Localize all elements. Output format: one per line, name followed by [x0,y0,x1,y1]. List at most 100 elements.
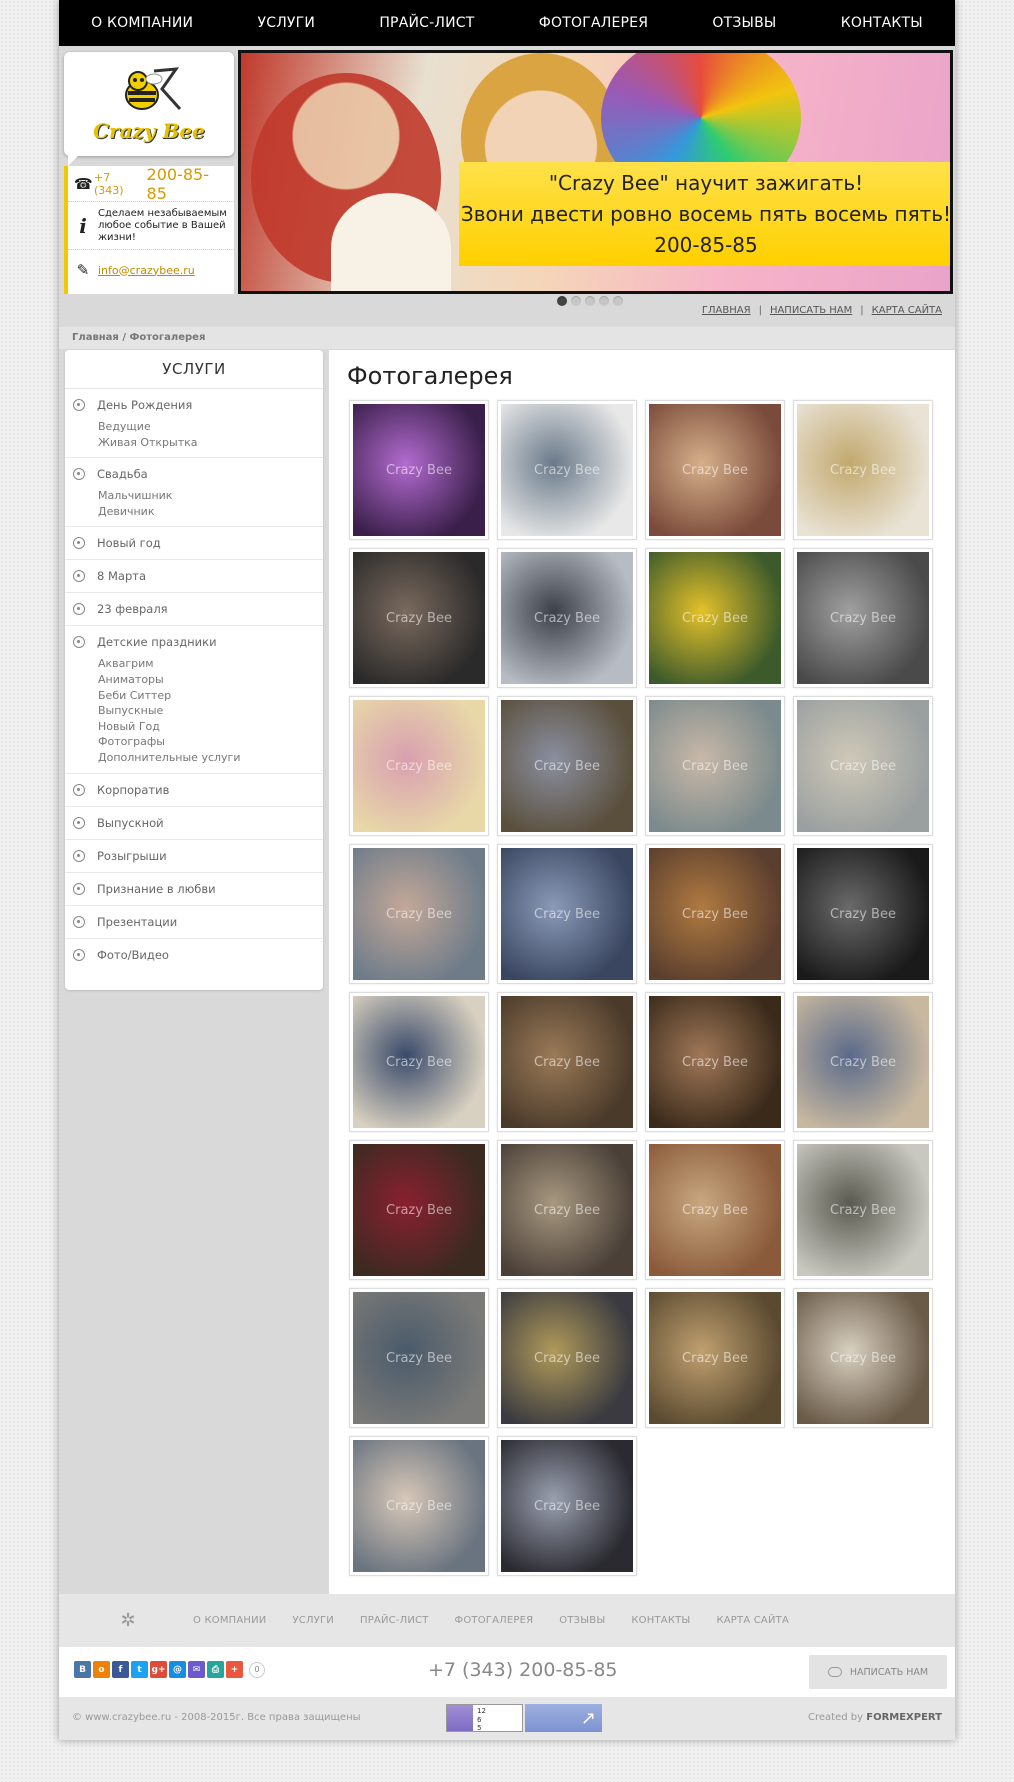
gallery-photo[interactable]: Crazy Bee [349,548,489,688]
gallery-photo[interactable]: Crazy Bee [349,1436,489,1576]
share-button-icon[interactable]: ✉ [188,1661,205,1678]
slider-dot[interactable] [585,296,595,306]
gallery-photo[interactable]: Crazy Bee [497,1140,637,1280]
circle-bullet-icon [73,849,85,862]
footer-nav-services[interactable]: УСЛУГИ [293,1615,334,1626]
footer-nav-reviews[interactable]: ОТЗЫВЫ [559,1615,605,1626]
gallery-photo[interactable]: Crazy Bee [349,844,489,984]
circle-bullet-icon [73,537,85,550]
metrika-counter-arrow-icon[interactable]: ↗ [525,1704,602,1732]
link-write-us[interactable]: НАПИСАТЬ НАМ [770,305,852,316]
service-item[interactable]: 8 Марта [65,567,323,585]
gallery-photo[interactable]: Crazy Bee [645,844,785,984]
banner-slider[interactable]: "Crazy Bee" научит зажигать! Звони двест… [238,50,953,294]
share-button-icon[interactable]: @ [169,1661,186,1678]
logo[interactable]: Crazy Bee [64,52,234,166]
nav-pricelist[interactable]: ПРАЙС-ЛИСТ [379,15,474,31]
nav-gallery[interactable]: ФОТОГАЛЕРЕЯ [539,15,648,31]
subservice-link[interactable]: Ведущие [98,419,323,435]
service-item[interactable]: Фото/Видео [65,946,323,964]
gallery-photo[interactable]: Crazy Bee [349,400,489,540]
gallery-photo[interactable]: Crazy Bee [349,1288,489,1428]
gallery-photo[interactable]: Crazy Bee [793,1140,933,1280]
subservice-link[interactable]: Аквагрим [98,656,323,672]
gallery-photo[interactable]: Crazy Bee [793,844,933,984]
gallery-photo[interactable]: Crazy Bee [497,548,637,688]
footer-middle: Во f t g+ @ ✉ ⎙ +0 +7 (343) 200-85-85 НАПИСАТЬ … [59,1647,955,1697]
subservice-link[interactable]: Новый Год [98,719,323,735]
liveinternet-counter[interactable]: 12 6 5 [446,1704,523,1732]
gallery-photo[interactable]: Crazy Bee [645,696,785,836]
share-button-icon[interactable]: f [112,1661,129,1678]
gallery-photo[interactable]: Crazy Bee [793,1288,933,1428]
slider-dot[interactable] [599,296,609,306]
subservice-link[interactable]: Фотографы [98,734,323,750]
footer-nav-sitemap[interactable]: КАРТА САЙТА [716,1615,789,1626]
gallery-photo[interactable]: Crazy Bee [793,992,933,1132]
gallery-photo[interactable]: Crazy Bee [497,1288,637,1428]
share-button-icon[interactable]: t [131,1661,148,1678]
email-link[interactable]: info@crazybee.ru [92,264,195,277]
service-label: Новый год [97,536,161,551]
footer-nav-pricelist[interactable]: ПРАЙС-ЛИСТ [360,1615,429,1626]
gallery-photo[interactable]: Crazy Bee [349,992,489,1132]
gallery-photo[interactable]: Crazy Bee [497,992,637,1132]
subservice-link[interactable]: Аниматоры [98,672,323,688]
watermark: Crazy Bee [534,758,600,774]
gallery-photo[interactable]: Crazy Bee [793,696,933,836]
service-item[interactable]: День Рождения [65,396,323,414]
link-sitemap[interactable]: КАРТА САЙТА [872,305,942,316]
subservice-link[interactable]: Живая Открытка [98,435,323,451]
footer-nav-about[interactable]: О КОМПАНИИ [193,1615,267,1626]
share-button-icon[interactable]: + [226,1661,243,1678]
service-item[interactable]: Корпоратив [65,781,323,799]
service-item[interactable]: Детские праздники [65,633,323,651]
slider-dot[interactable] [557,296,567,306]
gallery-photo[interactable]: Crazy Bee [349,696,489,836]
service-item[interactable]: Новый год [65,534,323,552]
service-item[interactable]: Выпускной [65,814,323,832]
footer-nav-contacts[interactable]: КОНТАКТЫ [631,1615,690,1626]
slider-dot[interactable] [613,296,623,306]
sidebar-title: УСЛУГИ [65,350,323,389]
gallery-photo[interactable]: Crazy Bee [793,400,933,540]
service-item[interactable]: Розыгрыши [65,847,323,865]
subservice-link[interactable]: Девичник [98,504,323,520]
photo-image: Crazy Bee [797,848,929,980]
gallery-photo[interactable]: Crazy Bee [645,1288,785,1428]
nav-about[interactable]: О КОМПАНИИ [91,15,193,31]
gallery-photo[interactable]: Crazy Bee [497,400,637,540]
gallery-photo[interactable]: Crazy Bee [497,1436,637,1576]
gallery-photo[interactable]: Crazy Bee [645,992,785,1132]
gallery-photo[interactable]: Crazy Bee [645,548,785,688]
nav-contacts[interactable]: КОНТАКТЫ [841,15,923,31]
nav-reviews[interactable]: ОТЗЫВЫ [712,15,776,31]
service-item[interactable]: 23 февраля [65,600,323,618]
gallery-photo[interactable]: Crazy Bee [645,400,785,540]
gallery-photo[interactable]: Crazy Bee [497,696,637,836]
developer-credit[interactable]: Created by FORMEXPERT [808,1712,942,1723]
footer-nav-gallery[interactable]: ФОТОГАЛЕРЕЯ [455,1615,534,1626]
share-button-icon[interactable]: g+ [150,1661,167,1678]
share-button-icon[interactable]: ⎙ [207,1661,224,1678]
share-button-icon[interactable]: о [93,1661,110,1678]
subservice-link[interactable]: Мальчишник [98,488,323,504]
write-us-button[interactable]: НАПИСАТЬ НАМ [809,1655,947,1689]
slider-dot[interactable] [571,296,581,306]
share-button-icon[interactable]: В [74,1661,91,1678]
breadcrumb[interactable]: Главная / Фотогалерея [59,327,955,349]
subservice-link[interactable]: Дополнительные услуги [98,750,323,766]
subservice-link[interactable]: Выпускные [98,703,323,719]
photo-image: Crazy Bee [797,996,929,1128]
nav-services[interactable]: УСЛУГИ [257,15,315,31]
footer-logo-icon[interactable]: ✲ [109,1605,147,1637]
link-home[interactable]: ГЛАВНАЯ [702,305,751,316]
gallery-photo[interactable]: Crazy Bee [793,548,933,688]
gallery-photo[interactable]: Crazy Bee [497,844,637,984]
gallery-photo[interactable]: Crazy Bee [349,1140,489,1280]
service-item[interactable]: Презентации [65,913,323,931]
gallery-photo[interactable]: Crazy Bee [645,1140,785,1280]
subservice-link[interactable]: Беби Ситтер [98,688,323,704]
service-item[interactable]: Признание в любви [65,880,323,898]
service-item[interactable]: Свадьба [65,465,323,483]
